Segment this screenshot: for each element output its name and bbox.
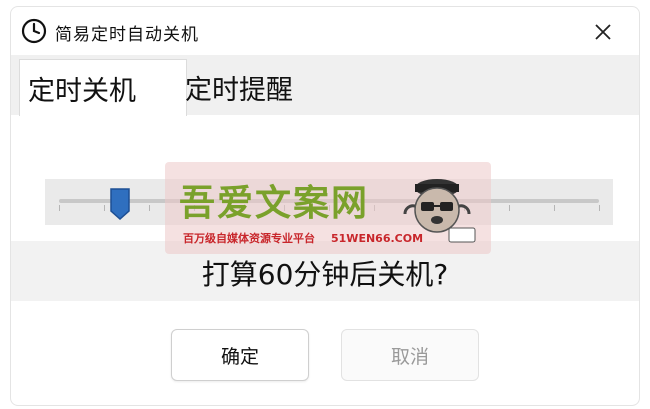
slider-tick — [554, 205, 555, 211]
mascot-logo-icon — [403, 179, 476, 243]
slider-thumb[interactable] — [109, 187, 131, 221]
clock-icon — [21, 18, 47, 44]
slider-tick — [509, 205, 510, 211]
slider-tick — [149, 205, 150, 211]
title-bar: 简易定时自动关机 — [11, 7, 639, 55]
confirm-button[interactable]: 确定 — [171, 329, 309, 381]
watermark-title: 吾爱文案网 — [179, 183, 370, 224]
close-icon — [595, 24, 611, 40]
window-title: 简易定时自动关机 — [55, 25, 199, 45]
watermark-subtitle: 百万级自媒体资源专业平台 51WEN66.COM — [183, 230, 423, 246]
tab-reminder[interactable]: 定时提醒 — [177, 59, 343, 115]
watermark: 吾爱文案网 百万级自媒体资源专业平台 51WEN66.COM — [165, 162, 491, 254]
slider-tick — [104, 205, 105, 211]
watermark-slogan: 百万级自媒体资源专业平台 — [183, 232, 315, 245]
tab-shutdown[interactable]: 定时关机 — [19, 59, 187, 116]
close-button[interactable] — [585, 17, 621, 47]
slider-tick — [599, 205, 600, 211]
cancel-button[interactable]: 取消 — [341, 329, 479, 381]
slider-tick — [59, 205, 60, 211]
tab-bar: 定时关机 定时提醒 — [11, 55, 639, 116]
app-window: 简易定时自动关机 定时关机 定时提醒 打算60分钟后关机? 确定 取消 吾爱文案… — [10, 6, 640, 406]
shutdown-question: 打算60分钟后关机? — [201, 258, 449, 291]
